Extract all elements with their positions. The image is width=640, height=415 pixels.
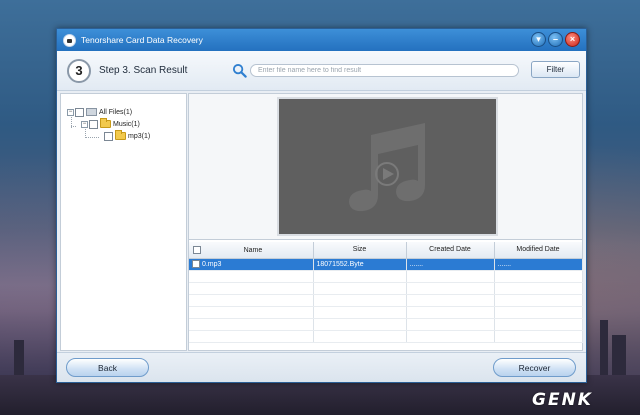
table-header-row: Name Size Created Date Modified Date <box>189 242 583 259</box>
tree-item-mp3[interactable]: mp3(1) <box>104 130 151 141</box>
column-header-size[interactable]: Size <box>313 242 407 259</box>
row-size-cell: 18071552.Byte <box>313 258 407 271</box>
column-header-modified[interactable]: Modified Date <box>494 242 583 259</box>
tree-item-label: mp3(1) <box>128 132 151 140</box>
empty-row <box>189 330 583 343</box>
step-title: Step 3. Scan Result <box>99 65 188 76</box>
row-modified-cell: ....... <box>494 258 583 271</box>
back-button[interactable]: Back <box>66 358 149 377</box>
empty-row <box>189 270 583 283</box>
row-created-cell: ....... <box>406 258 495 271</box>
column-header-name[interactable]: Name <box>189 242 314 259</box>
tree-toggle[interactable]: − <box>67 108 74 116</box>
desktop-city-left <box>0 285 58 385</box>
tree-item-music[interactable]: − Music(1) <box>81 118 140 129</box>
tree-checkbox[interactable] <box>75 107 84 117</box>
step-header: 3 Step 3. Scan Result Filter <box>57 51 586 91</box>
dropdown-icon[interactable]: ▾ <box>531 32 546 47</box>
select-all-checkbox[interactable] <box>193 245 201 254</box>
tree-connector <box>85 137 99 138</box>
desktop-building <box>612 335 626 380</box>
app-logo-icon <box>63 33 76 47</box>
tree-checkbox[interactable] <box>104 131 113 141</box>
results-table: Name Size Created Date Modified Date 0.m… <box>189 242 583 350</box>
result-pane: Name Size Created Date Modified Date 0.m… <box>188 93 583 351</box>
file-tree: − All Files(1) − Music(1) mp3(1) <box>60 93 187 351</box>
search-input[interactable] <box>250 64 519 77</box>
tree-item-label: Music(1) <box>113 120 140 128</box>
empty-row <box>189 282 583 295</box>
play-icon <box>383 168 394 180</box>
close-icon[interactable]: × <box>565 32 580 47</box>
window-title: Tenorshare Card Data Recovery <box>81 35 203 45</box>
folder-icon <box>100 118 111 128</box>
media-preview <box>277 97 498 236</box>
recover-button[interactable]: Recover <box>493 358 576 377</box>
empty-row <box>189 306 583 319</box>
tree-item-label: All Files(1) <box>99 108 133 116</box>
desktop-building <box>600 320 608 380</box>
drive-icon <box>86 108 97 116</box>
preview-area <box>189 94 582 240</box>
column-header-created[interactable]: Created Date <box>406 242 495 259</box>
desktop-building <box>14 340 24 380</box>
row-checkbox[interactable] <box>192 260 200 268</box>
tree-toggle[interactable]: − <box>81 120 88 128</box>
tree-item-all-files[interactable]: − All Files(1) <box>67 107 132 117</box>
search-icon[interactable] <box>232 63 247 78</box>
tree-checkbox[interactable] <box>89 119 98 129</box>
row-name-cell: 0.mp3 <box>189 258 314 271</box>
minimize-icon[interactable]: – <box>548 32 563 47</box>
empty-row <box>189 318 583 331</box>
watermark-logo: GENK <box>532 390 593 410</box>
filter-button[interactable]: Filter <box>531 61 580 78</box>
window-controls: ▾ – × <box>531 32 580 47</box>
app-window: Tenorshare Card Data Recovery ▾ – × 3 St… <box>56 28 587 383</box>
empty-row <box>189 294 583 307</box>
folder-icon <box>115 130 126 140</box>
tree-connector <box>71 126 76 127</box>
table-row[interactable]: 0.mp3 18071552.Byte ....... ....... <box>189 258 583 271</box>
footer-bar: Back Recover <box>57 352 586 382</box>
music-note-icon <box>349 123 425 212</box>
main-content: − All Files(1) − Music(1) mp3(1) Name Si… <box>60 93 583 351</box>
title-bar[interactable]: Tenorshare Card Data Recovery ▾ – × <box>57 29 586 51</box>
step-number-badge: 3 <box>67 58 91 83</box>
